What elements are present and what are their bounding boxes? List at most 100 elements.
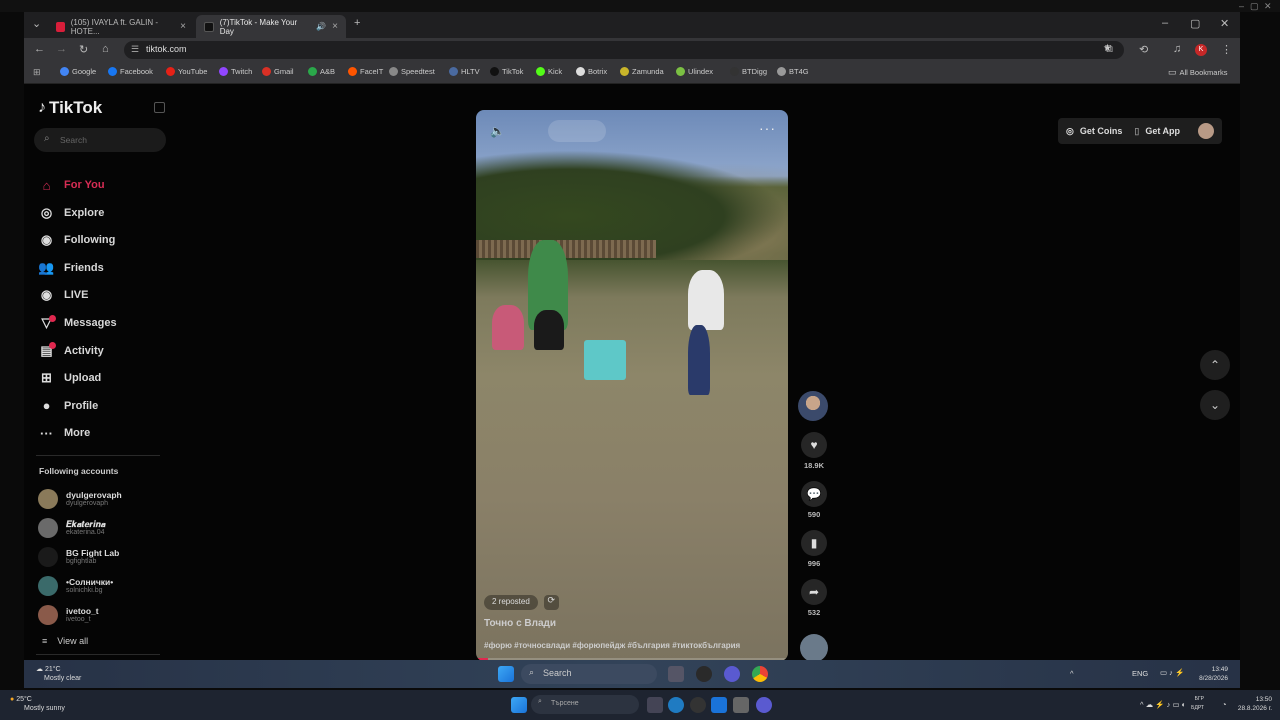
all-bookmarks[interactable]: ▭ All Bookmarks [1168,67,1227,78]
bookmark-kick[interactable]: Kick [536,67,562,76]
app-icon[interactable] [696,666,712,682]
profile-avatar-icon[interactable]: K [1195,44,1207,56]
outer-lang[interactable]: БГР БДРТ [1186,695,1204,713]
outer-close-icon[interactable]: ✕ [1264,1,1272,12]
sidebar-item-activity[interactable]: ▤ Activity [38,340,104,362]
volume-icon[interactable]: 🔈 [490,124,505,138]
tab-tiktok[interactable]: (7)TikTok - Make Your Day 🔊 × [196,15,346,38]
share-button[interactable]: ➦ 532 [798,579,830,617]
video-hashtags[interactable]: #форю #точносвлади #форюпейдж #българия … [484,641,740,650]
sidebar-item-friends[interactable]: 👥 Friends [38,257,103,279]
apps-grid-icon[interactable]: ⊞ [33,67,41,78]
minimize-icon[interactable]: – [1162,17,1168,29]
network-icon[interactable]: ▭ ♪ ⚡ [1160,668,1184,677]
user-avatar[interactable] [1198,123,1214,139]
new-tab-icon[interactable]: + [354,17,360,29]
outer-clock[interactable]: 13:50 28.8.2026 г. [1236,695,1272,713]
sidebar-item-more[interactable]: ··· More [38,422,90,444]
inner-search-box[interactable]: ⌕ Search [521,664,657,684]
bookmark-zamunda[interactable]: Zamunda [620,67,664,76]
maximize-icon[interactable]: ▢ [1190,17,1200,30]
volume-slider[interactable] [548,120,606,142]
bookmark-youtube[interactable]: YouTube [166,67,207,76]
repost-icon[interactable]: ⟳ [543,595,559,610]
following-account[interactable]: BG Fight Lab bgfightlab [38,544,119,570]
bookmark-ulindex[interactable]: Ulindex [676,67,713,76]
tab-youtube[interactable]: (105) IVAYLA ft. GALIN - HOTE... × [48,15,194,38]
menu-dots-icon[interactable]: ⋮ [1221,43,1232,56]
bookmark-tiktok[interactable]: TikTok [490,67,523,76]
reload-icon[interactable]: ↻ [79,43,88,56]
site-info-icon[interactable]: ☰ [131,44,139,55]
edge-icon[interactable] [668,697,684,713]
app-icon[interactable] [711,697,727,713]
bookmark-facebook[interactable]: Facebook [108,67,153,76]
bookmark-bt4g[interactable]: BT4G [777,67,809,76]
outer-minimize-icon[interactable]: – [1239,1,1244,11]
back-icon[interactable]: ← [34,43,45,55]
close-window-icon[interactable]: ✕ [1220,17,1229,30]
bookmark-twitch[interactable]: Twitch [219,67,252,76]
audio-icon[interactable]: 🔊 [316,22,326,31]
video-player[interactable]: 🔈 ··· 2 reposted ⟳ Точно с Влади #форю #… [476,110,788,660]
inner-clock[interactable]: 13:49 8/28/2026 [1192,665,1228,683]
creator-avatar[interactable] [798,391,828,421]
tiktok-logo[interactable]: ♪ TikTok [38,98,102,118]
discord-icon[interactable] [724,666,740,682]
tab-search-icon[interactable]: ⌄ [32,17,41,30]
outer-weather[interactable]: ● 25°C Mostly sunny [10,695,65,713]
tray-chevron-icon[interactable]: ^ [1070,669,1074,678]
bookmark-faceit[interactable]: FaceIT [348,67,383,76]
sidebar-item-for-you[interactable]: ⌂ For You [38,174,105,196]
following-account[interactable]: 𝑬𝒌𝒂𝒕𝒆𝒓𝒊𝒏𝒂 ekaterina.04 [38,515,106,541]
tray-icons[interactable]: ^ ☁ ⚡ ♪ ▭ ◐ [1140,700,1186,709]
next-video-button[interactable]: ⌄ [1200,390,1230,420]
reposted-label[interactable]: 2 reposted [484,595,538,610]
inner-weather[interactable]: ☁ 21°C Mostly clear [36,665,81,683]
chrome-icon[interactable] [752,666,768,682]
bookmark-button[interactable]: ▮ 996 [798,530,830,568]
more-options-icon[interactable]: ··· [759,120,776,136]
close-tab-icon[interactable]: × [180,21,186,32]
extensions-icon[interactable]: ⧉ [1105,43,1113,56]
get-coins-button[interactable]: ◎ Get Coins ▯ Get App [1058,118,1222,144]
sidebar-item-profile[interactable]: ● Profile [38,395,99,417]
home-icon[interactable]: ⌂ [102,43,109,55]
outer-search-box[interactable]: ⌕ Търсене [531,695,639,714]
sidebar-item-explore[interactable]: ◎ Explore [38,202,105,224]
bookmark-gmail[interactable]: Gmail [262,67,294,76]
bookmark-speedtest[interactable]: Speedtest [389,67,435,76]
start-icon[interactable] [511,697,527,713]
bookmark-botrix[interactable]: Botrix [576,67,607,76]
collapse-sidebar-icon[interactable] [154,102,165,113]
following-account[interactable]: dyulgerovaph dyulgerovaph [38,486,122,512]
app-icon[interactable] [690,697,706,713]
sidebar-item-live[interactable]: ◉ LIVE [38,284,89,306]
bookmark-google[interactable]: Google [60,67,96,76]
task-view-icon[interactable] [668,666,684,682]
wifi-icon[interactable]: ◔ [1222,700,1227,709]
view-all-button[interactable]: ≡ View all [42,636,88,646]
following-account[interactable]: •Солнички• solnichki.bg [38,573,113,599]
video-title[interactable]: Точно с Влади [484,618,556,629]
task-view-icon[interactable] [647,697,663,713]
url-field[interactable]: ☰ tiktok.com ★ [124,41,1124,59]
inner-lang[interactable]: ENG [1132,669,1148,678]
previous-video-button[interactable]: ⌃ [1200,350,1230,380]
sidebar-item-upload[interactable]: ⊞ Upload [38,367,101,389]
bookmark-hltv[interactable]: HLTV [449,67,480,76]
close-tab-icon[interactable]: × [332,21,338,32]
outer-maximize-icon[interactable]: ▢ [1250,1,1259,12]
bookmark-a-b[interactable]: A&B [308,67,335,76]
heart-button[interactable]: ♥ 18.9K [798,432,830,470]
app-icon[interactable] [733,697,749,713]
comment-button[interactable]: 💬 590 [798,481,830,519]
discord-icon[interactable] [756,697,772,713]
bookmark-btdigg[interactable]: BTDigg [730,67,767,76]
sidebar-item-messages[interactable]: ▽ Messages [38,312,117,334]
following-account[interactable]: ivetoo_t ivetoo_t [38,602,99,628]
sound-disc-icon[interactable] [800,634,828,660]
media-icon[interactable]: ♫ [1173,43,1181,55]
history-icon[interactable]: ⟲ [1139,43,1148,56]
start-icon[interactable] [498,666,514,682]
